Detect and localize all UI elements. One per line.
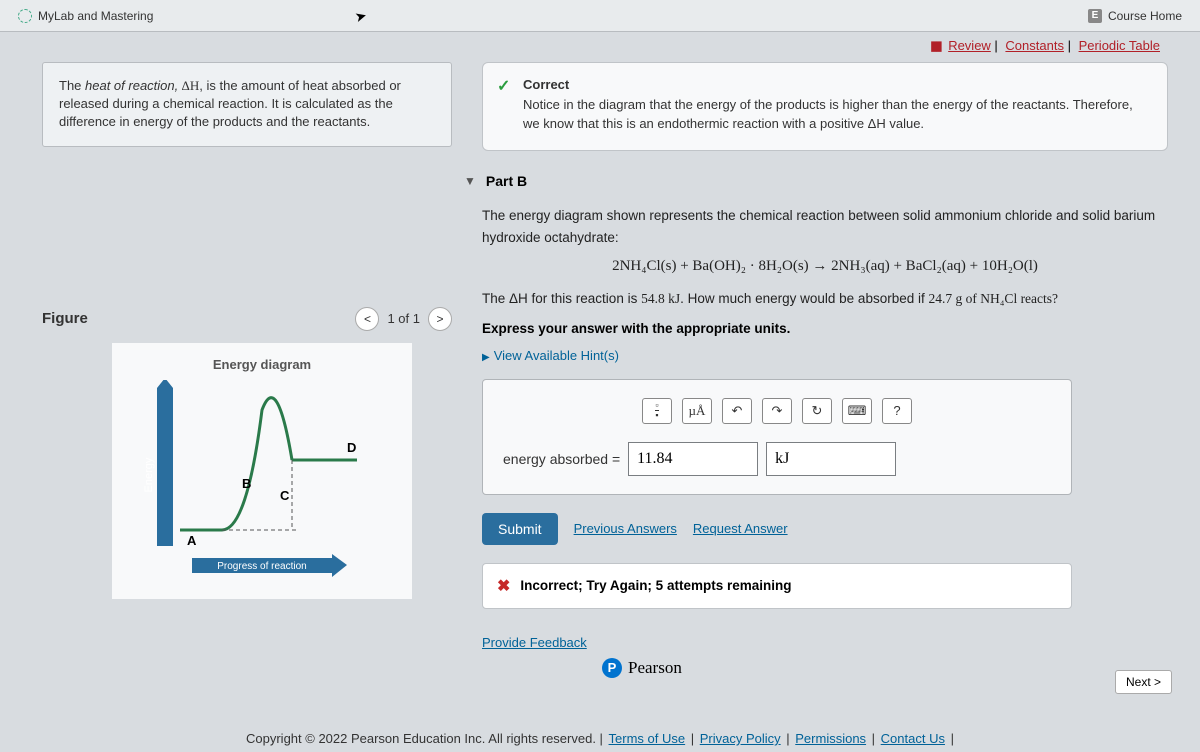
request-answer-link[interactable]: Request Answer [693, 521, 788, 536]
nav-links: ▮▮ Review | Constants | Periodic Table [930, 38, 1160, 54]
previous-answers-link[interactable]: Previous Answers [574, 521, 677, 536]
help-button[interactable]: ? [882, 398, 912, 424]
question-text: The energy diagram shown represents the … [482, 205, 1168, 311]
tab-course-label: Course Home [1108, 9, 1182, 23]
figure-title: Figure [42, 310, 88, 327]
provide-feedback-link[interactable]: Provide Feedback [482, 635, 587, 650]
tab-mylab[interactable]: MyLab and Mastering [8, 5, 163, 27]
terms-link[interactable]: Terms of Use [609, 731, 686, 746]
figure-prev-button[interactable]: < [355, 307, 379, 331]
svg-text:C: C [280, 488, 290, 503]
answer-value-input[interactable] [628, 442, 758, 476]
tab-course-home[interactable]: E Course Home [1078, 5, 1192, 27]
check-icon: ✓ [497, 75, 510, 99]
figure-counter: 1 of 1 [387, 311, 420, 326]
next-button[interactable]: Next > [1115, 670, 1172, 694]
x-icon: ✖ [497, 576, 510, 596]
intro-box: The heat of reaction, ΔH, is the amount … [42, 62, 452, 147]
fraction-button[interactable]: ▫▪ [642, 398, 672, 424]
svg-text:D: D [347, 440, 356, 455]
keyboard-button[interactable]: ⌨ [842, 398, 872, 424]
incorrect-feedback-box: ✖ Incorrect; Try Again; 5 attempts remai… [482, 563, 1072, 609]
answer-label: energy absorbed = [503, 451, 620, 467]
pause-icon: ▮▮ [930, 38, 940, 53]
svg-text:B: B [242, 476, 251, 491]
contact-link[interactable]: Contact Us [881, 731, 945, 746]
undo-button[interactable]: ↶ [722, 398, 752, 424]
collapse-caret-icon[interactable]: ▼ [464, 174, 476, 188]
redo-button[interactable]: ↷ [762, 398, 792, 424]
e-icon: E [1088, 9, 1102, 23]
figure-next-button[interactable]: > [428, 307, 452, 331]
svg-text:Progress of reaction: Progress of reaction [217, 561, 307, 572]
pearson-brand: P Pearson [602, 658, 1168, 678]
svg-text:A: A [187, 533, 197, 548]
link-review[interactable]: Review [948, 38, 991, 53]
permissions-link[interactable]: Permissions [795, 731, 866, 746]
units-button[interactable]: µÅ [682, 398, 712, 424]
copyright-footer: Copyright © 2022 Pearson Education Inc. … [0, 731, 1200, 746]
privacy-link[interactable]: Privacy Policy [700, 731, 781, 746]
mylab-icon [18, 9, 32, 23]
reset-button[interactable]: ↻ [802, 398, 832, 424]
answer-unit-input[interactable] [766, 442, 896, 476]
cursor-icon: ➤ [353, 7, 369, 26]
correct-feedback-box: ✓ Correct Notice in the diagram that the… [482, 62, 1168, 151]
svg-text:Energy: Energy [143, 457, 155, 492]
energy-diagram: Energy diagram Energy A B [112, 343, 412, 599]
submit-button[interactable]: Submit [482, 513, 558, 545]
instruction-text: Express your answer with the appropriate… [482, 321, 1168, 336]
hints-toggle[interactable]: ▶View Available Hint(s) [482, 348, 1168, 363]
pearson-p-icon: P [602, 658, 622, 678]
tab-mylab-label: MyLab and Mastering [38, 9, 153, 23]
answer-area: ▫▪ µÅ ↶ ↷ ↻ ⌨ ? energy absorbed = [482, 379, 1072, 495]
link-constants[interactable]: Constants [1005, 38, 1064, 53]
link-periodic-table[interactable]: Periodic Table [1079, 38, 1160, 53]
part-b-title: Part B [486, 173, 527, 189]
